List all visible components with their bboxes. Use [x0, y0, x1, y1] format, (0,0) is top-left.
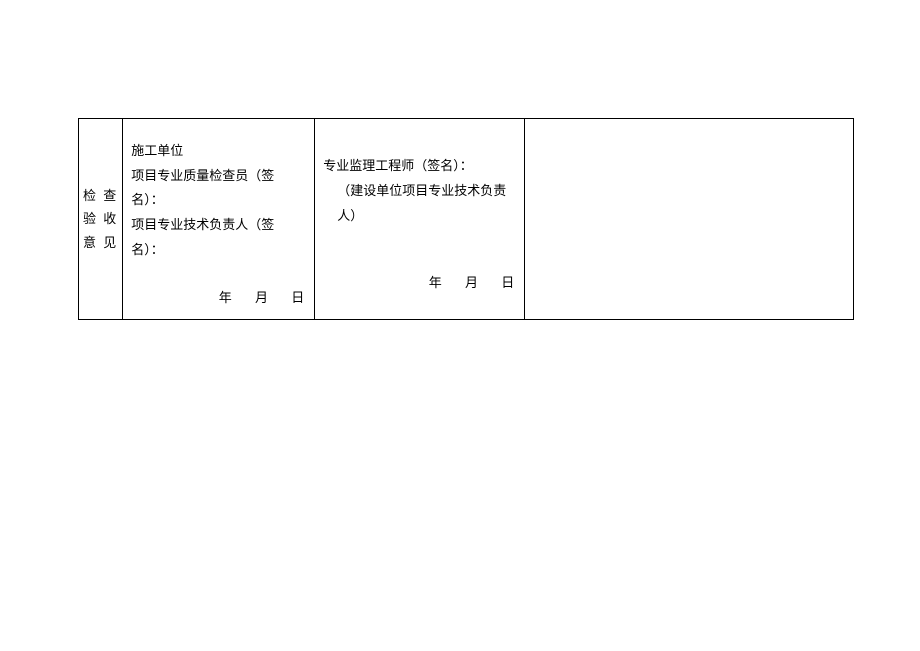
- date-year: 年: [219, 290, 232, 305]
- row-label-line2: 验 收: [83, 207, 118, 230]
- owner-tech-lead: （建设单位项目专业技术负责人）: [323, 179, 516, 228]
- inspection-table: 检 查 验 收 意 见 施工单位 项目专业质量检查员（签名）： 项目专业技术负责…: [78, 118, 854, 320]
- date-day: 日: [291, 290, 304, 305]
- supervision-cell: 专业监理工程师（签名）： （建设单位项目专业技术负责人） 年 月 日: [315, 119, 525, 320]
- inspection-table-container: 检 查 验 收 意 见 施工单位 项目专业质量检查员（签名）： 项目专业技术负责…: [78, 118, 854, 320]
- row-label-line1: 检 查: [83, 184, 118, 207]
- table-row: 检 查 验 收 意 见 施工单位 项目专业质量检查员（签名）： 项目专业技术负责…: [79, 119, 854, 320]
- supervision-date-line: 年 月 日: [323, 271, 516, 296]
- row-label-line3: 意 见: [83, 231, 118, 254]
- construction-date-line: 年 月 日: [131, 286, 306, 311]
- row-label-cell: 检 查 验 收 意 见: [79, 119, 123, 320]
- quality-inspector-signature: 项目专业质量检查员（签名）：: [131, 164, 306, 213]
- supervision-engineer-signature: 专业监理工程师（签名）：: [323, 154, 516, 179]
- date-month: 月: [255, 290, 268, 305]
- empty-cell: [525, 119, 854, 320]
- date-day: 日: [501, 275, 514, 290]
- construction-unit-cell: 施工单位 项目专业质量检查员（签名）： 项目专业技术负责人（签名）： 年 月 日: [123, 119, 315, 320]
- date-year: 年: [429, 275, 442, 290]
- construction-unit-label: 施工单位: [131, 139, 306, 164]
- date-month: 月: [465, 275, 478, 290]
- tech-lead-signature: 项目专业技术负责人（签名）：: [131, 213, 306, 262]
- row-label-text: 检 查 验 收 意 见: [83, 184, 118, 254]
